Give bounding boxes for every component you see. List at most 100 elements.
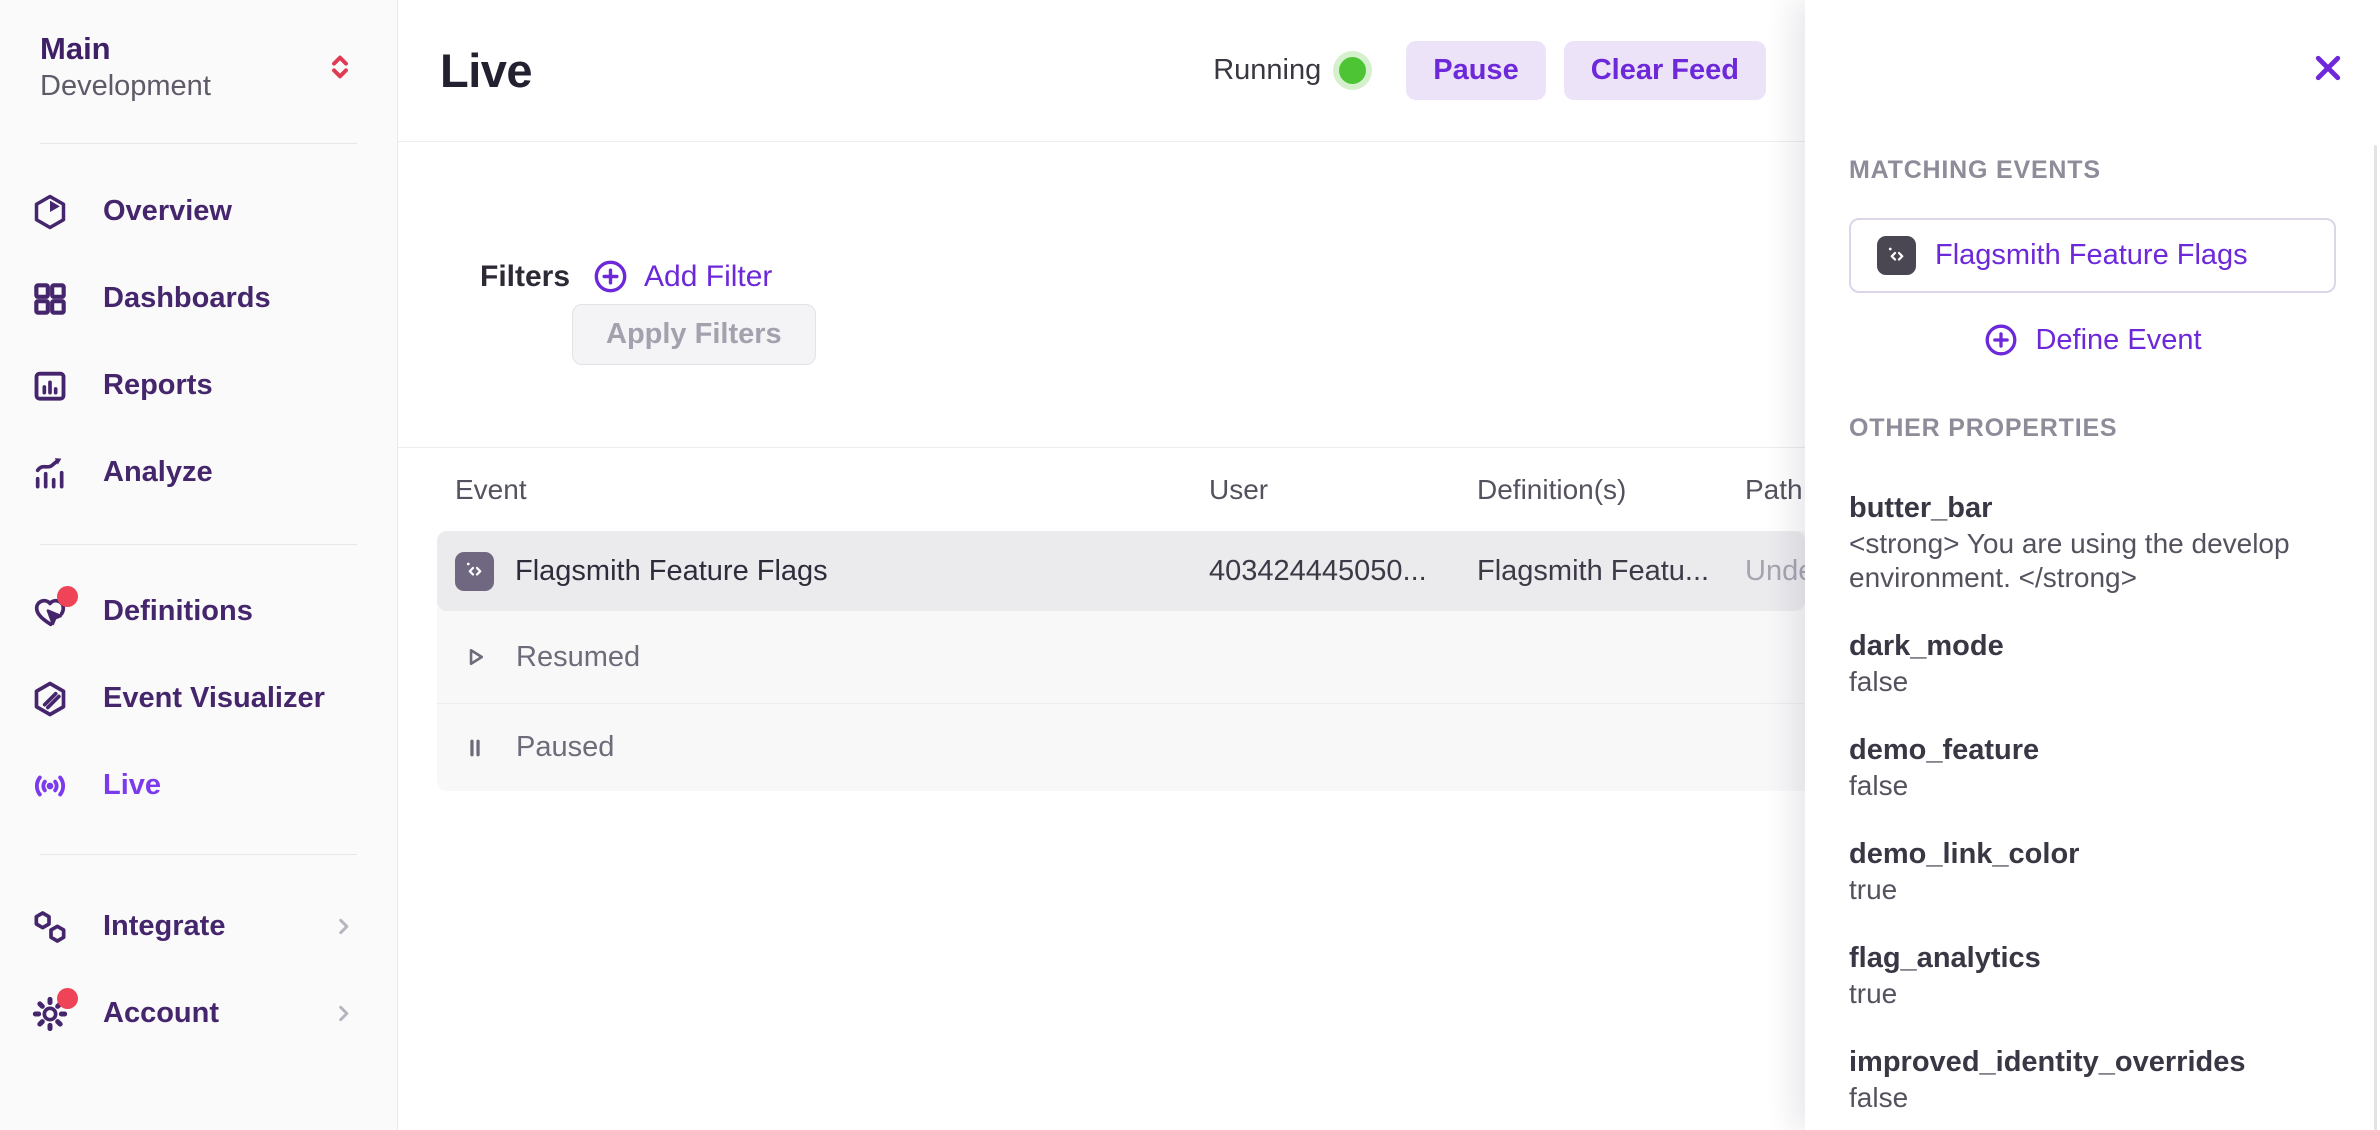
- event-path: Undefined: [1728, 555, 1805, 588]
- filters-section: Filters Add Filter Apply Filters: [398, 142, 1805, 448]
- property-value: false: [1849, 665, 2336, 699]
- add-filter-button[interactable]: Add Filter: [592, 258, 772, 295]
- custom-event-icon: [1877, 236, 1916, 275]
- table-row-event[interactable]: Flagsmith Feature Flags 403424445050... …: [437, 531, 1805, 611]
- notification-dot: [57, 586, 78, 607]
- definitions-icon: [30, 592, 70, 632]
- sidebar-item-label: Reports: [103, 369, 213, 402]
- pause-button[interactable]: Pause: [1406, 41, 1545, 100]
- property-value: true: [1849, 873, 2336, 907]
- sidebar-item-label: Live: [103, 769, 161, 802]
- plus-circle-icon: [1983, 322, 2019, 358]
- property-item: demo_link_color true: [1849, 837, 2336, 907]
- sidebar: Main Development Overview Dashboards: [0, 0, 398, 1130]
- sidebar-item-reports[interactable]: Reports: [0, 342, 397, 429]
- clear-feed-button[interactable]: Clear Feed: [1564, 41, 1766, 100]
- property-item: butter_bar <strong> You are using the de…: [1849, 491, 2336, 595]
- chevron-up-down-icon: [323, 50, 357, 84]
- analyze-icon: [30, 453, 70, 493]
- feed-status-label: Paused: [516, 731, 614, 764]
- gear-icon: [30, 994, 70, 1034]
- environment-name: Development: [40, 68, 211, 104]
- column-header-event: Event: [437, 474, 1192, 506]
- property-name: dark_mode: [1849, 629, 2336, 664]
- property-name: demo_feature: [1849, 733, 2336, 768]
- close-icon[interactable]: [2310, 50, 2346, 86]
- column-header-path: Path: [1728, 474, 1805, 506]
- matching-event-card[interactable]: Flagsmith Feature Flags: [1849, 218, 2336, 293]
- reports-icon: [30, 366, 70, 406]
- property-item: dark_mode false: [1849, 629, 2336, 699]
- sidebar-item-event-visualizer[interactable]: Event Visualizer: [0, 655, 397, 742]
- sidebar-item-account[interactable]: Account: [0, 970, 397, 1057]
- event-user-id: 403424445050...: [1192, 555, 1460, 588]
- sidebar-item-label: Analyze: [103, 456, 213, 489]
- sidebar-nav-primary: Overview Dashboards Reports Analyze: [0, 144, 397, 516]
- sidebar-nav-settings: Integrate Account: [0, 855, 397, 1057]
- org-name: Main: [40, 30, 211, 68]
- event-definitions: Flagsmith Featu...: [1460, 555, 1728, 588]
- property-value: false: [1849, 769, 2336, 803]
- properties-list: butter_bar <strong> You are using the de…: [1849, 491, 2336, 1115]
- sidebar-item-label: Account: [103, 997, 219, 1030]
- property-item: improved_identity_overrides false: [1849, 1045, 2336, 1115]
- sidebar-item-dashboards[interactable]: Dashboards: [0, 255, 397, 342]
- play-icon: [461, 643, 489, 671]
- feed-row-resumed[interactable]: Resumed: [437, 611, 1805, 703]
- scrollbar[interactable]: [2374, 145, 2377, 1130]
- pause-bars-icon: [461, 734, 489, 762]
- property-value: true: [1849, 977, 2336, 1011]
- custom-event-icon: [455, 552, 494, 591]
- page-header: Live Running Pause Clear Feed: [398, 0, 1805, 142]
- feed-status-label: Resumed: [516, 641, 640, 674]
- live-feed: Event User Definition(s) Path Flagsmith …: [398, 448, 1805, 791]
- matching-events-heading: MATCHING EVENTS: [1849, 155, 2336, 185]
- sidebar-item-integrate[interactable]: Integrate: [0, 883, 397, 970]
- sidebar-item-overview[interactable]: Overview: [0, 168, 397, 255]
- filters-label: Filters: [480, 260, 570, 294]
- overview-icon: [30, 192, 70, 232]
- sidebar-item-definitions[interactable]: Definitions: [0, 568, 397, 655]
- live-broadcast-icon: [30, 766, 70, 806]
- sidebar-item-label: Overview: [103, 195, 232, 228]
- main-content: Live Running Pause Clear Feed Filters Ad…: [398, 0, 1805, 1130]
- matching-event-name: Flagsmith Feature Flags: [1935, 239, 2248, 272]
- feed-row-paused[interactable]: Paused: [437, 703, 1805, 791]
- sidebar-item-label: Definitions: [103, 595, 253, 628]
- chevron-right-icon: [330, 913, 357, 940]
- sidebar-nav-data: Definitions Event Visualizer Live: [0, 545, 397, 829]
- column-header-definitions: Definition(s): [1460, 474, 1728, 506]
- event-visualizer-icon: [30, 679, 70, 719]
- table-header-row: Event User Definition(s) Path: [437, 448, 1805, 531]
- sidebar-item-label: Integrate: [103, 910, 225, 943]
- property-name: demo_link_color: [1849, 837, 2336, 872]
- define-event-button[interactable]: Define Event: [1977, 319, 2207, 361]
- feed-rows: Flagsmith Feature Flags 403424445050... …: [437, 531, 1805, 791]
- other-properties-heading: OTHER PROPERTIES: [1849, 413, 2336, 443]
- event-details-panel: MATCHING EVENTS Flagsmith Feature Flags …: [1805, 0, 2380, 1130]
- header-actions: Running Pause Clear Feed: [1213, 41, 1766, 100]
- notification-dot: [57, 988, 78, 1009]
- status-dot-icon: [1339, 57, 1366, 84]
- status-label: Running: [1213, 54, 1321, 87]
- property-value: <strong> You are using the develop envir…: [1849, 527, 2336, 595]
- column-header-user: User: [1192, 474, 1460, 506]
- property-value: false: [1849, 1081, 2336, 1115]
- property-name: butter_bar: [1849, 491, 2336, 526]
- define-event-label: Define Event: [2035, 324, 2201, 357]
- app-window: Main Development Overview Dashboards: [0, 0, 2380, 1130]
- page-title: Live: [440, 43, 532, 98]
- property-item: flag_analytics true: [1849, 941, 2336, 1011]
- org-environment-selector[interactable]: Main Development: [0, 0, 397, 104]
- sidebar-item-analyze[interactable]: Analyze: [0, 429, 397, 516]
- add-filter-label: Add Filter: [644, 260, 772, 294]
- sidebar-item-label: Event Visualizer: [103, 682, 325, 715]
- integrate-icon: [30, 907, 70, 947]
- plus-circle-icon: [592, 258, 629, 295]
- apply-filters-button[interactable]: Apply Filters: [572, 304, 816, 365]
- event-name: Flagsmith Feature Flags: [515, 555, 828, 588]
- sidebar-item-live[interactable]: Live: [0, 742, 397, 829]
- sidebar-item-label: Dashboards: [103, 282, 271, 315]
- property-name: flag_analytics: [1849, 941, 2336, 976]
- property-name: improved_identity_overrides: [1849, 1045, 2336, 1080]
